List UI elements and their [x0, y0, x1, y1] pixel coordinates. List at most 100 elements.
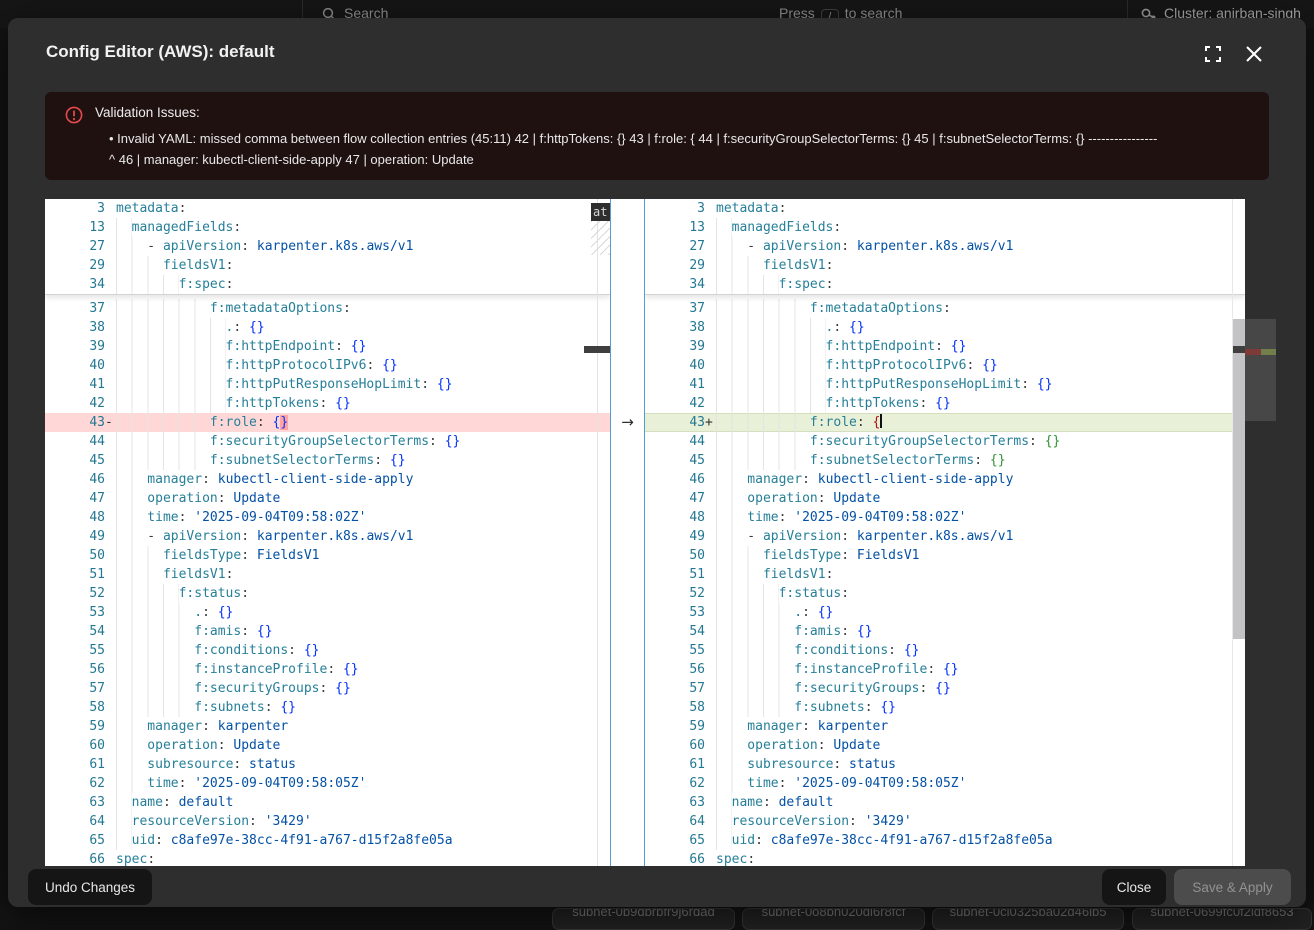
code-line[interactable]: 51fieldsV1: [45, 565, 610, 584]
code-line[interactable]: 42f:httpTokens: {} [45, 394, 610, 413]
line-number: 38 [45, 318, 105, 337]
code-line[interactable]: 37f:metadataOptions: [645, 299, 1245, 318]
code-line[interactable]: 51fieldsV1: [645, 565, 1245, 584]
code-line[interactable]: 38.: {} [45, 318, 610, 337]
code-line[interactable]: 13managedFields: [645, 218, 1245, 237]
scrollbar-right[interactable] [1232, 199, 1245, 866]
code-line[interactable]: 57f:securityGroups: {} [45, 679, 610, 698]
code-line[interactable]: 44f:securityGroupSelectorTerms: {} [45, 432, 610, 451]
code-line[interactable]: 65uid: c8afe97e-38cc-4f91-a767-d15f2a8fe… [645, 831, 1245, 850]
code-line[interactable]: 60operation: Update [45, 736, 610, 755]
save-apply-button[interactable]: Save & Apply [1174, 869, 1291, 905]
code-line[interactable]: 55f:conditions: {} [645, 641, 1245, 660]
code-line[interactable]: 54f:amis: {} [45, 622, 610, 641]
code-line[interactable]: 47operation: Update [45, 489, 610, 508]
code-line[interactable]: 50fieldsType: FieldsV1 [45, 546, 610, 565]
code-line[interactable]: 44f:securityGroupSelectorTerms: {} [645, 432, 1245, 451]
code-line[interactable]: 40f:httpProtocolIPv6: {} [645, 356, 1245, 375]
diff-mark [705, 736, 716, 755]
code-line[interactable]: 52f:status: [645, 584, 1245, 603]
code-line[interactable]: 63name: default [45, 793, 610, 812]
code-line[interactable]: 3metadata: [45, 199, 610, 218]
scrollbar-slider[interactable] [1233, 319, 1245, 639]
code-line[interactable]: 41f:httpPutResponseHopLimit: {} [45, 375, 610, 394]
scrollbar-mark-left[interactable] [584, 346, 610, 353]
diff-mark [105, 375, 116, 394]
line-number: 29 [645, 256, 705, 275]
code-line[interactable]: 34f:spec: [45, 275, 610, 294]
code-line[interactable]: 47operation: Update [645, 489, 1245, 508]
code-line[interactable]: 66spec: [645, 850, 1245, 866]
code-line[interactable]: 56f:instanceProfile: {} [45, 660, 610, 679]
code-line[interactable]: 61subresource: status [645, 755, 1245, 774]
code-line[interactable]: 55f:conditions: {} [45, 641, 610, 660]
code-line[interactable]: 56f:instanceProfile: {} [645, 660, 1245, 679]
text-cursor [880, 414, 882, 428]
code-line[interactable]: 61subresource: status [45, 755, 610, 774]
diff-modified-pane[interactable]: 3metadata:13managedFields:27- apiVersion… [645, 199, 1245, 866]
code-line[interactable]: 63name: default [645, 793, 1245, 812]
line-number: 52 [45, 584, 105, 603]
line-number: 37 [45, 299, 105, 318]
line-number: 44 [645, 432, 705, 451]
code-line[interactable]: 48time: '2025-09-04T09:58:02Z' [45, 508, 610, 527]
code-line[interactable]: 29fieldsV1: [645, 256, 1245, 275]
code-line[interactable]: 49- apiVersion: karpenter.k8s.aws/v1 [645, 527, 1245, 546]
pane-edge-line [597, 199, 598, 866]
fullscreen-button[interactable] [1204, 43, 1226, 65]
code-line[interactable]: 40f:httpProtocolIPv6: {} [45, 356, 610, 375]
code-line[interactable]: 27- apiVersion: karpenter.k8s.aws/v1 [645, 237, 1245, 256]
code-line[interactable]: 46manager: kubectl-client-side-apply [45, 470, 610, 489]
code-line[interactable]: 57f:securityGroups: {} [645, 679, 1245, 698]
line-text: managedFields: [716, 218, 1245, 237]
code-line[interactable]: 49- apiVersion: karpenter.k8s.aws/v1 [45, 527, 610, 546]
line-text: f:subnets: {} [716, 698, 1245, 717]
code-line[interactable]: 48time: '2025-09-04T09:58:02Z' [645, 508, 1245, 527]
line-text: f:securityGroups: {} [716, 679, 1245, 698]
code-line[interactable]: 39f:httpEndpoint: {} [645, 337, 1245, 356]
code-line[interactable]: 38.: {} [645, 318, 1245, 337]
validation-message-line1: • Invalid YAML: missed comma between flo… [109, 128, 1257, 149]
code-line[interactable]: 59manager: karpenter [45, 717, 610, 736]
minimap-slider[interactable] [1245, 319, 1276, 421]
code-line[interactable]: 13managedFields: [45, 218, 610, 237]
diff-original-pane[interactable]: 3metadata:13managedFields:27- apiVersion… [45, 199, 610, 866]
diff-mark [705, 831, 716, 850]
code-line[interactable]: 29fieldsV1: [45, 256, 610, 275]
code-line[interactable]: 65uid: c8afe97e-38cc-4f91-a767-d15f2a8fe… [45, 831, 610, 850]
code-line[interactable]: 54f:amis: {} [645, 622, 1245, 641]
code-line[interactable]: 52f:status: [45, 584, 610, 603]
code-line[interactable]: 27- apiVersion: karpenter.k8s.aws/v1 [45, 237, 610, 256]
code-line[interactable]: 45f:subnetSelectorTerms: {} [45, 451, 610, 470]
code-line[interactable]: 3metadata: [645, 199, 1245, 218]
code-line[interactable]: 53.: {} [45, 603, 610, 622]
diff-mark [105, 603, 116, 622]
line-text: f:conditions: {} [116, 641, 610, 660]
code-line[interactable]: 37f:metadataOptions: [45, 299, 610, 318]
code-line[interactable]: 64resourceVersion: '3429' [45, 812, 610, 831]
code-line[interactable]: 58f:subnets: {} [645, 698, 1245, 717]
code-line[interactable]: 62time: '2025-09-04T09:58:05Z' [45, 774, 610, 793]
code-line[interactable]: 43+f:role: { [645, 413, 1245, 432]
code-line[interactable]: 41f:httpPutResponseHopLimit: {} [645, 375, 1245, 394]
code-line[interactable]: 62time: '2025-09-04T09:58:05Z' [645, 774, 1245, 793]
code-line[interactable]: 34f:spec: [645, 275, 1245, 294]
close-button[interactable]: Close [1102, 869, 1166, 905]
code-line[interactable]: 45f:subnetSelectorTerms: {} [645, 451, 1245, 470]
code-line[interactable]: 59manager: karpenter [645, 717, 1245, 736]
code-line[interactable]: 66spec: [45, 850, 610, 866]
code-line[interactable]: 43-f:role: {} [45, 413, 610, 432]
code-line[interactable]: 39f:httpEndpoint: {} [45, 337, 610, 356]
code-line[interactable]: 42f:httpTokens: {} [645, 394, 1245, 413]
apply-change-arrow-button[interactable]: → [611, 413, 644, 432]
code-line[interactable]: 50fieldsType: FieldsV1 [645, 546, 1245, 565]
code-line[interactable]: 53.: {} [645, 603, 1245, 622]
code-line[interactable]: 60operation: Update [645, 736, 1245, 755]
close-dialog-button[interactable] [1245, 43, 1267, 65]
code-line[interactable]: 58f:subnets: {} [45, 698, 610, 717]
line-number: 3 [45, 199, 105, 218]
undo-changes-button[interactable]: Undo Changes [28, 869, 152, 905]
code-line[interactable]: 46manager: kubectl-client-side-apply [645, 470, 1245, 489]
code-line[interactable]: 64resourceVersion: '3429' [645, 812, 1245, 831]
line-text: .: {} [716, 318, 1245, 337]
